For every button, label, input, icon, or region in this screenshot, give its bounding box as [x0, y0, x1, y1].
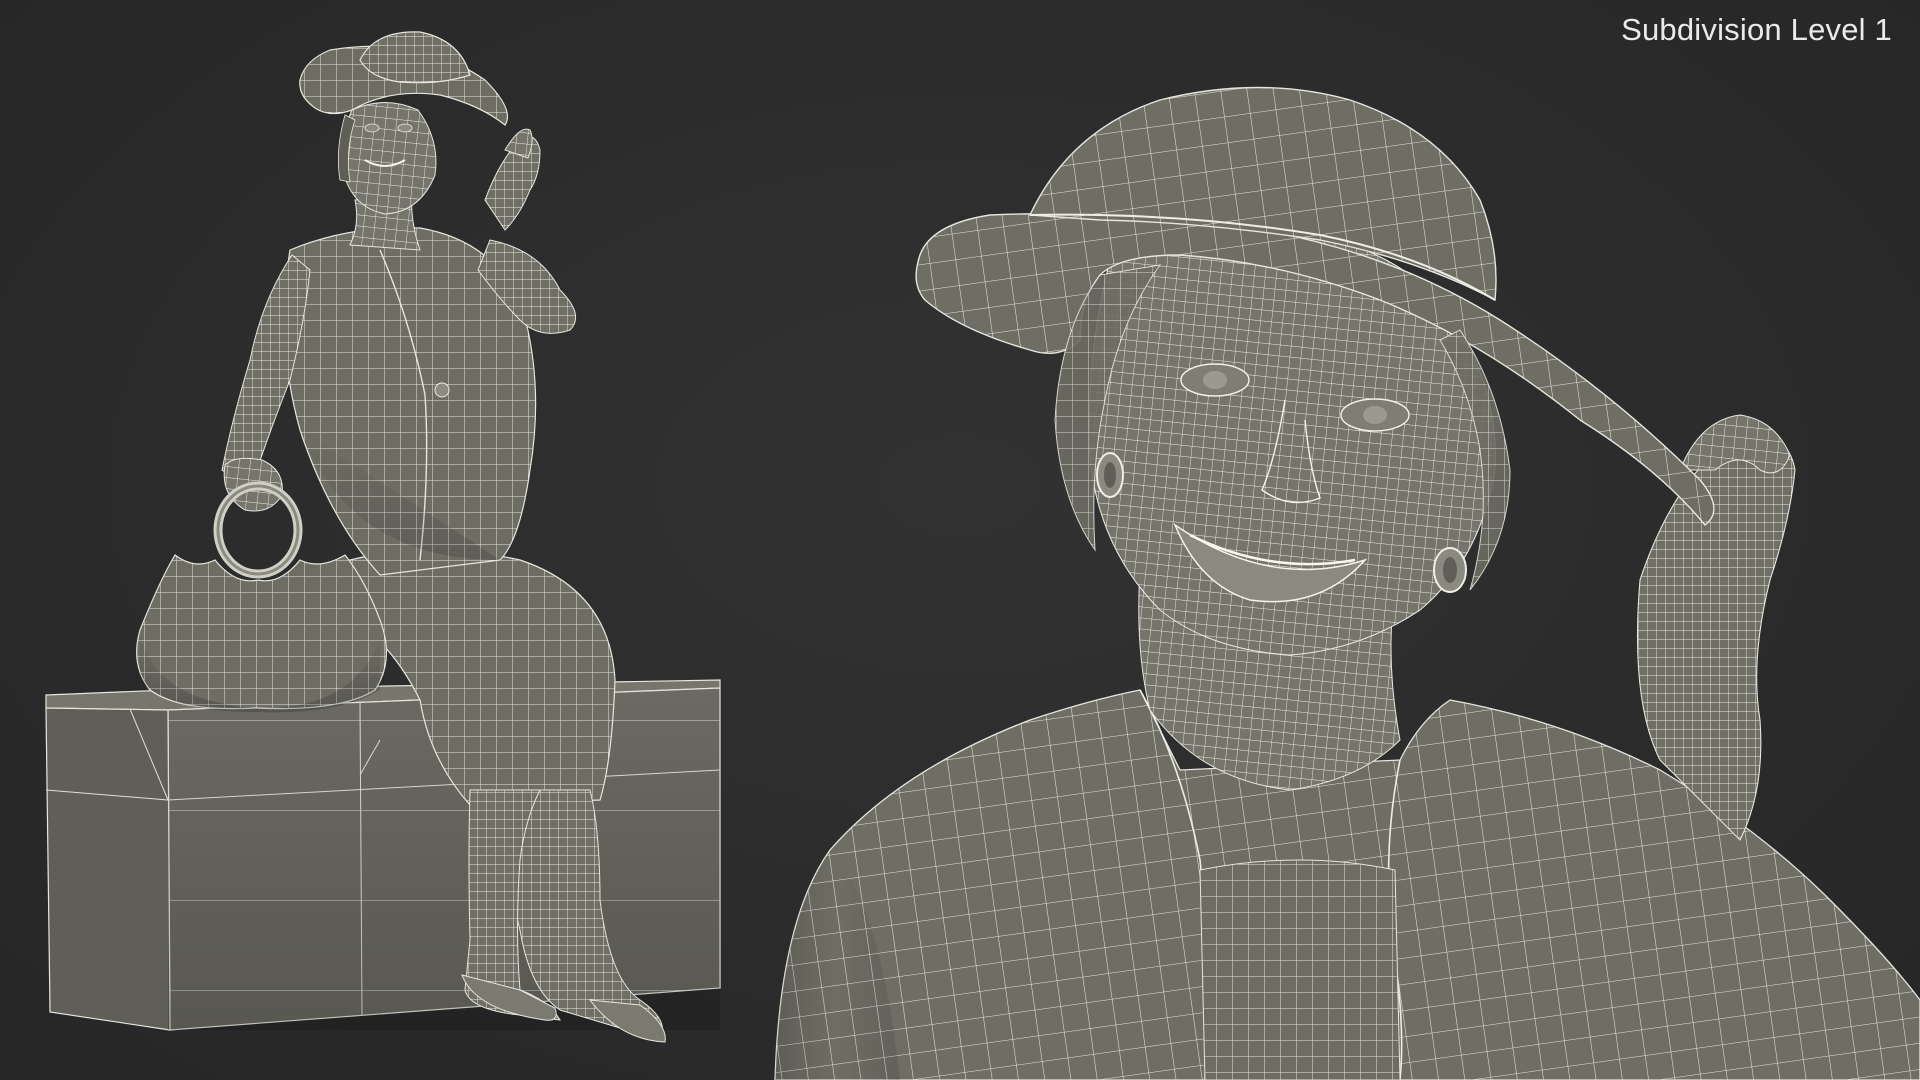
full-body-view — [45, 31, 721, 1043]
head-small — [342, 102, 437, 215]
closeup-view — [774, 86, 1920, 1080]
subdivision-level-label: Subdivision Level 1 — [1621, 12, 1892, 47]
render-viewport: Subdivision Level 1 — [0, 0, 1920, 1080]
wireframe-render — [45, 31, 1920, 1080]
